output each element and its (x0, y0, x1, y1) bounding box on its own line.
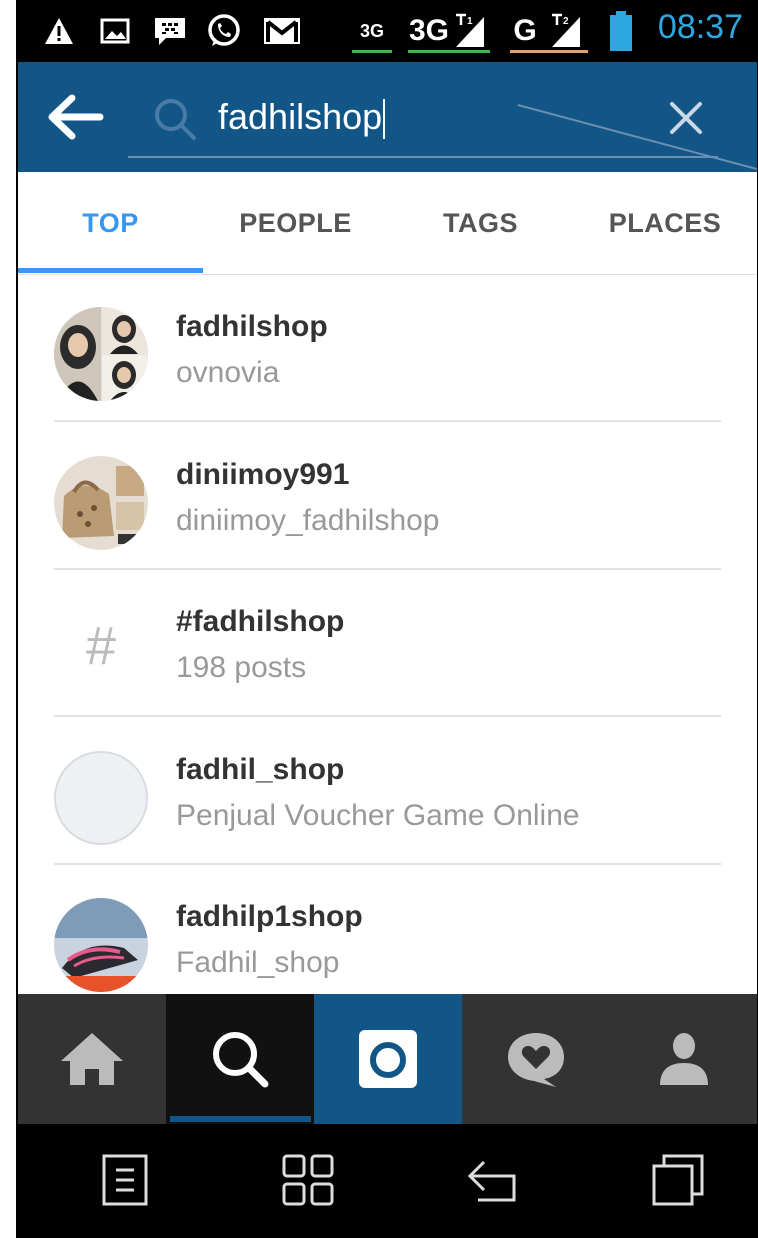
result-subtitle: Fadhil_shop (176, 946, 340, 979)
result-subtitle: Penjual Voucher Game Online (176, 799, 580, 832)
result-title: fadhilshop (176, 310, 328, 343)
network-g-label: G (513, 14, 537, 47)
signal-underline-green-2 (408, 50, 490, 53)
search-input-underline (128, 156, 718, 158)
result-subtitle: diniimoy_fadhilshop (176, 504, 440, 537)
active-tab-indicator (18, 268, 203, 273)
apps-grid-icon[interactable] (280, 1152, 340, 1212)
tab-tags[interactable]: TAGS (388, 172, 573, 274)
camera-icon (359, 1030, 417, 1088)
close-icon[interactable] (668, 100, 704, 136)
phone-screen: 3G 3G 1 G 2 08:37 fadhilshop TOP PEOPLE … (18, 0, 757, 1238)
result-title: fadhilp1shop (176, 900, 363, 933)
avatar-placeholder (54, 751, 148, 845)
active-nav-indicator (170, 1116, 311, 1122)
back-arrow-icon[interactable] (44, 92, 104, 142)
signal-sim2-icon: 2 (546, 12, 586, 50)
network-3g-label-small: 3G (359, 20, 384, 41)
status-clock: 08:37 (657, 8, 743, 46)
left-border (0, 0, 18, 1238)
list-item[interactable]: # #fadhilshop 198 posts (18, 569, 757, 717)
nav-home[interactable] (18, 994, 166, 1124)
recent-apps-icon[interactable] (650, 1152, 710, 1212)
device-frame: 3G 3G 1 G 2 08:37 fadhilshop TOP PEOPLE … (0, 0, 758, 1238)
avatar (54, 456, 148, 550)
system-nav-bar (18, 1124, 757, 1238)
warning-icon (42, 12, 76, 50)
nav-camera[interactable] (314, 994, 462, 1124)
search-icon (213, 1032, 269, 1088)
list-item[interactable]: diniimoy991 diniimoy_fadhilshop (18, 422, 757, 570)
network-3g-label: 3G (408, 14, 450, 47)
result-title: diniimoy991 (176, 458, 350, 491)
activity-heart-icon (508, 1033, 564, 1087)
whatsapp-icon (204, 12, 244, 50)
avatar (54, 898, 148, 992)
gallery-icon (98, 12, 132, 50)
result-subtitle: ovnovia (176, 356, 280, 389)
tab-people[interactable]: PEOPLE (203, 172, 388, 274)
gmail-icon (260, 12, 304, 50)
result-subtitle: 198 posts (176, 651, 307, 684)
hashtag-icon: # (85, 616, 117, 676)
nav-activity[interactable] (462, 994, 610, 1124)
text-cursor (383, 99, 386, 140)
svg-text:2: 2 (563, 16, 569, 27)
menu-icon[interactable] (100, 1152, 160, 1212)
result-title: #fadhilshop (176, 605, 345, 638)
system-back-icon[interactable] (464, 1152, 524, 1212)
list-item[interactable]: fadhil_shop Penjual Voucher Game Online (18, 717, 757, 865)
signal-sim1-icon: 1 (450, 12, 490, 50)
battery-icon (606, 11, 636, 51)
tab-places[interactable]: PLACES (573, 172, 757, 274)
list-item[interactable]: fadhilshop ovnovia (18, 274, 757, 422)
result-title: fadhil_shop (176, 753, 345, 786)
bottom-nav (18, 994, 757, 1124)
nav-profile[interactable] (610, 994, 757, 1124)
svg-text:1: 1 (467, 16, 473, 27)
profile-icon (659, 1033, 708, 1085)
home-icon (61, 1033, 123, 1085)
search-tabs: TOP PEOPLE TAGS PLACES (18, 172, 757, 275)
tab-top[interactable]: TOP (18, 172, 203, 274)
signal-underline-green (352, 50, 392, 53)
list-item[interactable]: fadhilp1shop Fadhil_shop (18, 864, 757, 994)
avatar (54, 307, 148, 401)
bbm-icon (150, 12, 190, 50)
status-bar: 3G 3G 1 G 2 08:37 (18, 0, 757, 62)
nav-search[interactable] (166, 994, 314, 1124)
signal-underline-orange (510, 50, 588, 53)
search-icon (152, 96, 198, 142)
